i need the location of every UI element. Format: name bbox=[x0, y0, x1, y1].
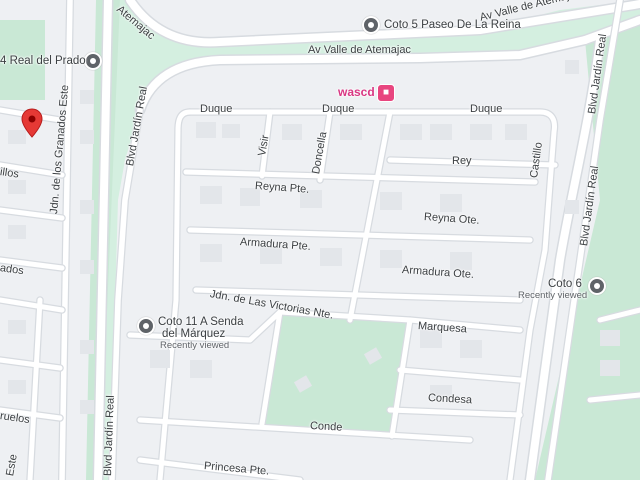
street-label-duque-mid: Duque bbox=[322, 103, 355, 115]
location-pin-icon[interactable] bbox=[21, 108, 43, 138]
street-label-av-valle-main: Av Valle de Atemajac bbox=[308, 44, 411, 56]
street-label-condesa: Condesa bbox=[427, 392, 473, 407]
poi-coto5-label[interactable]: Coto 5 Paseo De La Reina bbox=[384, 19, 521, 31]
place-icon[interactable] bbox=[84, 52, 102, 70]
poi-coto11-label-line1[interactable]: Coto 11 A Senda bbox=[158, 316, 243, 328]
map-view[interactable]: Av Valle de Atemajac Av Valle de Atemaja… bbox=[0, 0, 640, 480]
street-label-illos: illos bbox=[0, 166, 20, 181]
street-label-conde: Conde bbox=[309, 420, 343, 434]
hotel-icon[interactable]: ■ bbox=[377, 84, 395, 102]
place-icon[interactable] bbox=[588, 277, 606, 295]
street-label-rey: Rey bbox=[452, 155, 472, 167]
street-label-duque-right: Duque bbox=[470, 103, 503, 115]
place-icon[interactable] bbox=[137, 317, 155, 335]
poi-real-prado-label[interactable]: 4 Real del Prado bbox=[0, 55, 86, 67]
poi-coto6-sub: Recently viewed bbox=[518, 290, 588, 301]
place-icon[interactable] bbox=[362, 16, 380, 34]
map-canvas bbox=[0, 0, 640, 480]
central-park bbox=[262, 312, 410, 436]
poi-coto6-label[interactable]: Coto 6 bbox=[548, 278, 582, 290]
poi-coto11-label-line2[interactable]: del Márquez bbox=[162, 328, 225, 340]
poi-wascd-label[interactable]: wascd bbox=[338, 86, 375, 98]
poi-coto11-sub: Recently viewed bbox=[160, 340, 230, 351]
street-label-duque-left: Duque bbox=[200, 103, 233, 115]
